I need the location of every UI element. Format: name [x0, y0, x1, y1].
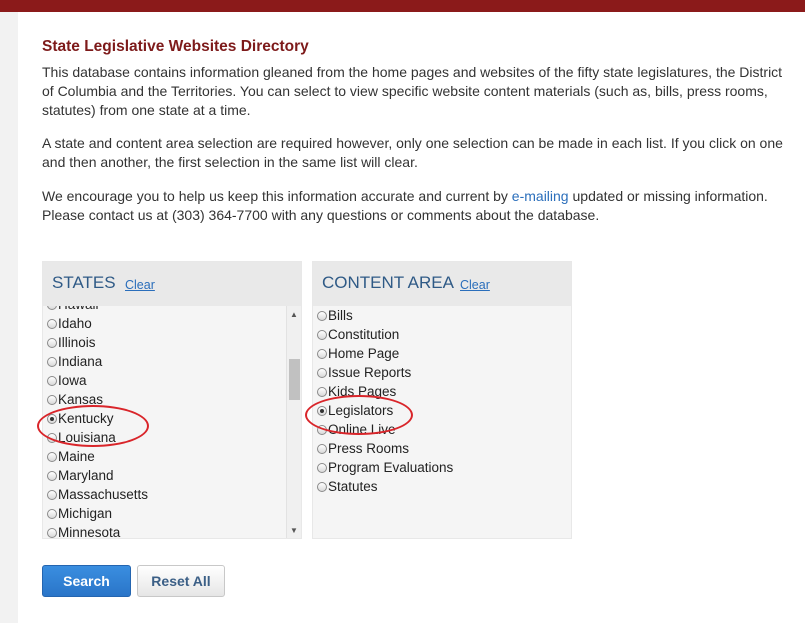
content-area-heading: CONTENT AREA: [322, 273, 454, 292]
content-area-option-label: Home Page: [328, 346, 400, 361]
intro-paragraph-1: This database contains information glean…: [42, 64, 783, 118]
content-area-option[interactable]: Statutes: [317, 477, 567, 496]
state-option-label: Kentucky: [58, 411, 114, 426]
content-area-option[interactable]: Bills: [317, 306, 567, 325]
content-area-option-label: Issue Reports: [328, 365, 412, 380]
state-option-label: Minnesota: [58, 525, 121, 538]
intro-text-before-link: We encourage you to help us keep this in…: [42, 188, 512, 204]
content-area-option-label: Legislators: [328, 403, 394, 418]
radio-button[interactable]: [47, 432, 57, 443]
state-option[interactable]: Iowa: [47, 371, 287, 390]
radio-button[interactable]: [47, 337, 57, 348]
content-area-option[interactable]: Online Live: [317, 420, 567, 439]
states-panel-header: STATES Clear: [43, 262, 301, 306]
states-panel: STATES Clear Hawaii Idaho Illinois Indiana I…: [42, 261, 302, 539]
radio-button[interactable]: [317, 348, 327, 359]
radio-button[interactable]: [317, 405, 327, 416]
email-link[interactable]: e-mailing: [512, 188, 569, 204]
state-option[interactable]: Maryland: [47, 466, 287, 485]
content-area-option-label: Program Evaluations: [328, 460, 454, 475]
radio-button[interactable]: [317, 386, 327, 397]
states-radio-list: Hawaii Idaho Illinois Indiana Iowa Kansas Kent…: [47, 306, 287, 538]
content-area-option[interactable]: Program Evaluations: [317, 458, 567, 477]
state-option[interactable]: Indiana: [47, 352, 287, 371]
content-area-option[interactable]: Legislators: [317, 401, 567, 420]
content-area-option[interactable]: Press Rooms: [317, 439, 567, 458]
page-title: State Legislative Websites Directory: [42, 38, 309, 55]
main-content: State Legislative Websites Directory Thi…: [18, 12, 805, 623]
scrollbar-thumb[interactable]: [289, 359, 300, 400]
intro-paragraph-2: A state and content area selection are r…: [42, 135, 783, 170]
state-option-label: Indiana: [58, 354, 103, 369]
radio-button[interactable]: [47, 318, 57, 329]
states-scrollbar[interactable]: ▲ ▼: [286, 306, 301, 538]
state-option-label: Massachusetts: [58, 487, 149, 502]
state-option-label: Idaho: [58, 316, 92, 331]
state-option[interactable]: Minnesota: [47, 523, 287, 538]
content-area-option-label: Bills: [328, 308, 353, 323]
content-area-panel-header: CONTENT AREA Clear: [313, 262, 571, 306]
state-option[interactable]: Massachusetts: [47, 485, 287, 504]
radio-button[interactable]: [47, 306, 57, 310]
state-option[interactable]: Kentucky: [47, 409, 287, 428]
radio-button[interactable]: [47, 394, 57, 405]
radio-button[interactable]: [317, 329, 327, 340]
radio-button[interactable]: [47, 470, 57, 481]
radio-button[interactable]: [317, 367, 327, 378]
content-area-option-label: Statutes: [328, 479, 378, 494]
content-area-radio-list: Bills Constitution Home Page Issue Reports K…: [317, 306, 567, 496]
content-area-option-label: Kids Pages: [328, 384, 397, 399]
radio-button[interactable]: [317, 481, 327, 492]
scroll-down-arrow-icon[interactable]: ▼: [287, 524, 301, 538]
content-area-option[interactable]: Home Page: [317, 344, 567, 363]
state-option[interactable]: Idaho: [47, 314, 287, 333]
state-option-label: Maine: [58, 449, 95, 464]
state-option-label: Hawaii: [58, 306, 99, 312]
content-area-panel: CONTENT AREA Clear Bills Constitution Home…: [312, 261, 572, 539]
radio-button[interactable]: [317, 310, 327, 321]
state-option[interactable]: Kansas: [47, 390, 287, 409]
content-area-option-label: Press Rooms: [328, 441, 410, 456]
content-area-option-label: Online Live: [328, 422, 396, 437]
radio-button[interactable]: [47, 508, 57, 519]
state-option[interactable]: Michigan: [47, 504, 287, 523]
radio-button[interactable]: [47, 527, 57, 538]
states-heading: STATES: [52, 273, 116, 292]
top-brand-bar: [0, 0, 805, 12]
radio-button[interactable]: [47, 356, 57, 367]
state-option[interactable]: Maine: [47, 447, 287, 466]
state-option-label: Maryland: [58, 468, 114, 483]
state-option-label: Michigan: [58, 506, 113, 521]
radio-button[interactable]: [317, 424, 327, 435]
state-option-label: Illinois: [58, 335, 96, 350]
content-area-option[interactable]: Kids Pages: [317, 382, 567, 401]
radio-button[interactable]: [317, 462, 327, 473]
states-clear-link[interactable]: Clear: [125, 278, 155, 292]
intro-paragraph-3: We encourage you to help us keep this in…: [42, 187, 797, 225]
state-option-label: Kansas: [58, 392, 104, 407]
search-button[interactable]: Search: [42, 565, 131, 597]
reset-all-button[interactable]: Reset All: [137, 565, 225, 597]
state-option[interactable]: Illinois: [47, 333, 287, 352]
state-option[interactable]: Hawaii: [47, 306, 287, 314]
scroll-up-arrow-icon[interactable]: ▲: [287, 308, 301, 322]
content-area-option[interactable]: Constitution: [317, 325, 567, 344]
radio-button[interactable]: [47, 375, 57, 386]
radio-button[interactable]: [47, 413, 57, 424]
radio-button[interactable]: [317, 443, 327, 454]
radio-button[interactable]: [47, 489, 57, 500]
state-option-label: Iowa: [58, 373, 87, 388]
content-area-clear-link[interactable]: Clear: [460, 278, 490, 292]
content-area-listbox[interactable]: Bills Constitution Home Page Issue Reports K…: [313, 306, 571, 538]
radio-button[interactable]: [47, 451, 57, 462]
state-option-label: Louisiana: [58, 430, 116, 445]
state-option[interactable]: Louisiana: [47, 428, 287, 447]
states-listbox[interactable]: Hawaii Idaho Illinois Indiana Iowa Kansas Kent…: [43, 306, 301, 538]
content-area-option[interactable]: Issue Reports: [317, 363, 567, 382]
content-area-option-label: Constitution: [328, 327, 400, 342]
